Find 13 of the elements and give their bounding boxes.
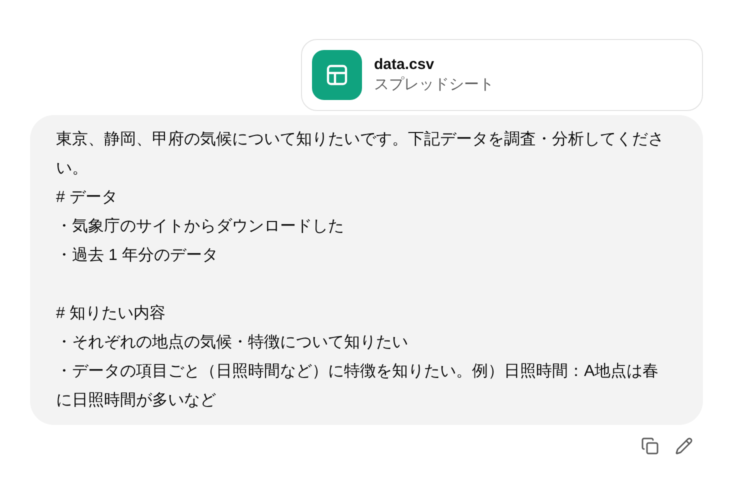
copy-icon[interactable] <box>641 437 659 455</box>
message-line: ・過去 1 年分のデータ <box>56 246 219 266</box>
message-line: # 知りたい内容 <box>56 304 166 324</box>
file-attachment-card[interactable]: data.csv スプレッドシート <box>301 39 703 111</box>
edit-icon[interactable] <box>675 437 693 455</box>
message-line: # データ <box>56 188 118 208</box>
message-line: ・データの項目ごと（日照時間など）に特徴を知りたい。例）日照時間：A地点は春に日照時間が多いなど <box>56 362 660 411</box>
message-line: 東京、静岡、甲府の気候について知りたいです。下記データを調査・分析してください。 <box>56 130 665 179</box>
spreadsheet-icon <box>312 50 362 100</box>
file-type: スプレッドシート <box>374 75 494 95</box>
file-name: data.csv <box>374 55 436 75</box>
message-line: ・気象庁のサイトからダウンロードした <box>56 216 345 237</box>
message-line: ・それぞれの地点の気候・特徴について知りたい <box>56 332 409 353</box>
